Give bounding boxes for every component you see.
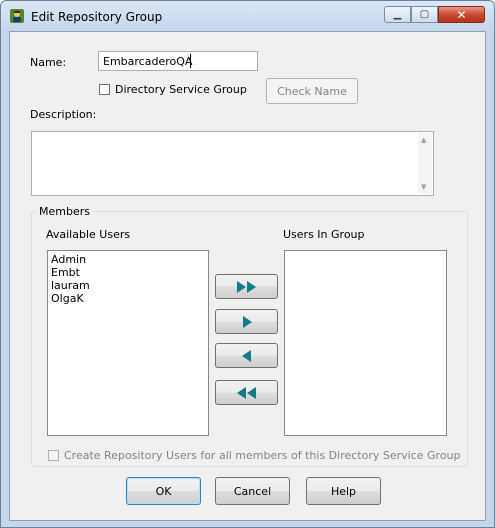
double-right-arrow-icon xyxy=(236,280,256,293)
dialog-window: Edit Repository Group ▁ ▢ ✕ Name: Embarc… xyxy=(0,0,495,528)
double-left-arrow-icon xyxy=(236,386,256,399)
remove-all-button[interactable] xyxy=(215,380,278,405)
scroll-up-icon[interactable]: ▲ xyxy=(421,136,426,144)
maximize-button[interactable]: ▢ xyxy=(411,6,438,23)
ok-button[interactable]: OK xyxy=(126,477,201,505)
window-title: Edit Repository Group xyxy=(31,10,163,24)
name-input-value: EmbarcaderoQA xyxy=(103,55,193,68)
members-group-label: Members xyxy=(37,205,92,218)
right-arrow-icon xyxy=(242,315,252,328)
add-button[interactable] xyxy=(215,309,278,334)
name-label: Name: xyxy=(30,56,67,69)
minimize-icon: ▁ xyxy=(393,9,402,20)
cancel-button[interactable]: Cancel xyxy=(215,477,290,505)
available-users-list[interactable]: Admin Embt lauram OlgaK xyxy=(47,250,209,436)
dialog-client-area: Name: EmbarcaderoQA Directory Service Gr… xyxy=(9,31,486,521)
list-item[interactable]: Admin xyxy=(51,253,205,266)
add-all-button[interactable] xyxy=(215,274,278,299)
list-item[interactable]: OlgaK xyxy=(51,292,205,305)
users-in-group-label: Users In Group xyxy=(283,228,365,241)
check-name-button[interactable]: Check Name xyxy=(266,78,358,104)
list-item[interactable]: Embt xyxy=(51,266,205,279)
list-item[interactable]: lauram xyxy=(51,279,205,292)
user-group-icon xyxy=(10,9,24,23)
close-button[interactable]: ✕ xyxy=(438,6,485,23)
minimize-button[interactable]: ▁ xyxy=(384,6,411,23)
left-arrow-icon xyxy=(241,349,251,362)
description-textarea[interactable]: ▲ ▼ xyxy=(31,131,434,196)
text-cursor xyxy=(190,54,191,68)
create-repository-users-checkbox[interactable] xyxy=(48,450,59,461)
create-repository-users-label: Create Repository Users for all members … xyxy=(64,449,461,462)
directory-service-group-label[interactable]: Directory Service Group xyxy=(115,83,247,96)
remove-button[interactable] xyxy=(215,343,278,368)
scroll-down-icon[interactable]: ▼ xyxy=(421,183,426,191)
description-scrollbar[interactable]: ▲ ▼ xyxy=(418,133,432,194)
maximize-icon: ▢ xyxy=(419,9,430,20)
description-label: Description: xyxy=(30,108,97,121)
title-bar[interactable]: Edit Repository Group ▁ ▢ ✕ xyxy=(1,1,494,31)
available-users-label: Available Users xyxy=(46,228,131,241)
name-input[interactable]: EmbarcaderoQA xyxy=(98,51,258,71)
directory-service-group-checkbox[interactable] xyxy=(99,84,110,95)
close-icon: ✕ xyxy=(456,7,467,22)
users-in-group-list[interactable] xyxy=(284,250,447,436)
help-button[interactable]: Help xyxy=(306,477,381,505)
